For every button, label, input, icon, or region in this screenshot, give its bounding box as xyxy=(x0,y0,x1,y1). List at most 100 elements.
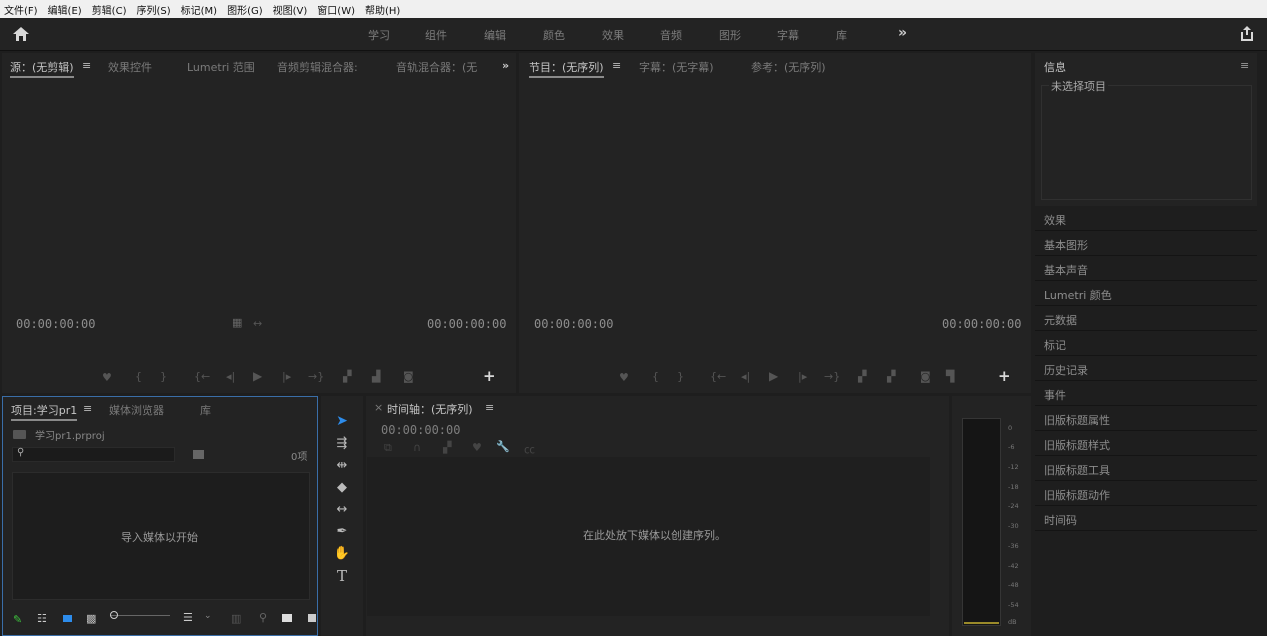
side-panel-item-7[interactable]: 事件 xyxy=(1035,382,1257,406)
side-panel-item-5[interactable]: 标记 xyxy=(1035,332,1257,356)
timeline-timecode[interactable]: 00:00:00:00 xyxy=(381,423,460,437)
track-select-tool-icon[interactable]: ⇶ xyxy=(333,436,351,454)
menu-item-8[interactable]: 帮助(H) xyxy=(365,2,400,17)
add-marker-icon[interactable]: ♥ xyxy=(472,441,482,454)
side-panel-item-6[interactable]: 历史记录 xyxy=(1035,357,1257,381)
lift-icon[interactable]: ▞ xyxy=(858,370,866,383)
nest-icon[interactable]: ⧉ xyxy=(384,441,392,455)
step-back-icon[interactable]: ◂| xyxy=(741,370,750,383)
menu-item-7[interactable]: 窗口(W) xyxy=(317,2,355,17)
new-bin-icon[interactable] xyxy=(282,614,292,622)
tab-lumetri-scopes[interactable]: Lumetri 范围 xyxy=(187,59,255,75)
menu-item-5[interactable]: 图形(G) xyxy=(227,2,263,17)
zoom-slider-handle[interactable] xyxy=(110,611,118,619)
tab-program[interactable]: 节目：(无序列) xyxy=(529,59,604,78)
captions-icon[interactable]: ㏄ xyxy=(524,441,535,457)
side-panel-item-4[interactable]: 元数据 xyxy=(1035,307,1257,331)
list-view-icon[interactable]: ☷ xyxy=(37,612,47,625)
write-protect-icon[interactable]: ✎ xyxy=(13,613,22,626)
icon-view-icon[interactable] xyxy=(63,615,72,622)
tab-audio-clip-mixer[interactable]: 音频剪辑混合器: xyxy=(277,59,358,75)
tab-captions[interactable]: 字幕：(无字幕) xyxy=(639,59,714,75)
go-to-in-icon[interactable]: {← xyxy=(194,370,210,383)
export-frame-icon[interactable]: ◙ xyxy=(920,370,931,383)
drag-video-icon[interactable]: ▦ xyxy=(232,316,242,329)
go-to-out-icon[interactable]: →} xyxy=(308,370,324,383)
add-button-icon[interactable]: + xyxy=(998,367,1011,385)
type-tool-icon[interactable]: T xyxy=(333,567,351,585)
wrench-icon[interactable]: 🔧 xyxy=(496,440,510,453)
search-input[interactable] xyxy=(12,447,175,462)
side-panel-item-2[interactable]: 基本声音 xyxy=(1035,257,1257,281)
insert-icon[interactable]: ▞ xyxy=(343,370,351,383)
automate-sequence-icon[interactable]: ▥ xyxy=(231,612,241,625)
menu-item-4[interactable]: 标记(M) xyxy=(181,2,217,17)
play-icon[interactable]: ▶ xyxy=(769,369,778,383)
tab-source[interactable]: 源：(无剪辑) xyxy=(10,59,74,78)
overwrite-icon[interactable]: ▟ xyxy=(372,370,380,383)
tab-program-menu[interactable]: ≡ xyxy=(612,59,621,72)
tab-audio-track-mixer[interactable]: 音轨混合器：(无 xyxy=(396,59,477,75)
side-panel-item-0[interactable]: 效果 xyxy=(1035,207,1257,231)
timeline-title[interactable]: 时间轴：(无序列) xyxy=(387,401,473,417)
menu-item-6[interactable]: 视图(V) xyxy=(273,2,308,17)
hand-tool-icon[interactable]: ✋ xyxy=(333,546,351,564)
side-panel-item-11[interactable]: 旧版标题动作 xyxy=(1035,482,1257,506)
slip-tool-icon[interactable]: ↔ xyxy=(333,502,351,520)
menu-item-0[interactable]: 文件(F) xyxy=(4,2,38,17)
program-timecode-left[interactable]: 00:00:00:00 xyxy=(534,317,613,331)
drag-audio-icon[interactable]: ↔ xyxy=(253,317,262,330)
tab-project[interactable]: 项目:学习pr1 xyxy=(11,402,78,421)
mark-out-icon[interactable]: } xyxy=(160,370,167,383)
tab-media-browser[interactable]: 媒体浏览器 xyxy=(109,402,164,418)
source-timecode-left[interactable]: 00:00:00:00 xyxy=(16,317,95,331)
snap-icon[interactable]: ∩ xyxy=(413,441,421,454)
timeline-menu-icon[interactable]: ≡ xyxy=(485,401,494,414)
go-to-out-icon[interactable]: →} xyxy=(824,370,840,383)
step-back-icon[interactable]: ◂| xyxy=(226,370,235,383)
menu-item-3[interactable]: 序列(S) xyxy=(136,2,170,17)
selection-tool-icon[interactable]: ➤ xyxy=(333,413,351,431)
step-forward-icon[interactable]: |▸ xyxy=(282,370,291,383)
tab-reference[interactable]: 参考：(无序列) xyxy=(751,59,826,75)
marker-icon[interactable]: ♥ xyxy=(102,371,112,384)
side-panel-item-12[interactable]: 时间码 xyxy=(1035,507,1257,531)
side-panel-item-9[interactable]: 旧版标题样式 xyxy=(1035,432,1257,456)
new-search-bin-icon[interactable] xyxy=(193,450,204,459)
new-item-icon[interactable] xyxy=(308,614,316,622)
home-icon[interactable] xyxy=(13,27,29,41)
mark-in-icon[interactable]: { xyxy=(652,370,659,383)
workspace-tab-0[interactable]: 学习 xyxy=(368,27,390,43)
tab-overflow-button[interactable]: » xyxy=(502,59,509,72)
menu-item-2[interactable]: 剪辑(C) xyxy=(92,2,127,17)
mark-in-icon[interactable]: { xyxy=(135,370,142,383)
workspace-tab-6[interactable]: 图形 xyxy=(719,27,741,43)
marker-icon[interactable]: ♥ xyxy=(619,371,629,384)
extract-icon[interactable]: ▞ xyxy=(887,370,895,383)
sort-icon[interactable]: ☰ xyxy=(183,611,193,624)
freeform-view-icon[interactable]: ▩ xyxy=(86,612,96,625)
workspace-tab-5[interactable]: 音频 xyxy=(660,27,682,43)
play-icon[interactable]: ▶ xyxy=(253,369,262,383)
workspace-tab-1[interactable]: 组件 xyxy=(425,27,447,43)
info-menu-icon[interactable]: ≡ xyxy=(1240,59,1249,72)
step-forward-icon[interactable]: |▸ xyxy=(798,370,807,383)
add-button-icon[interactable]: + xyxy=(483,367,496,385)
workspace-more-button[interactable]: » xyxy=(898,25,907,41)
ripple-edit-tool-icon[interactable]: ⇹ xyxy=(333,458,351,476)
workspace-tab-4[interactable]: 效果 xyxy=(602,27,624,43)
export-frame-icon[interactable]: ◙ xyxy=(403,370,414,383)
side-panel-item-1[interactable]: 基本图形 xyxy=(1035,232,1257,256)
workspace-tab-7[interactable]: 字幕 xyxy=(777,27,799,43)
side-panel-item-8[interactable]: 旧版标题属性 xyxy=(1035,407,1257,431)
side-panel-item-10[interactable]: 旧版标题工具 xyxy=(1035,457,1257,481)
timeline-close-icon[interactable]: × xyxy=(374,401,383,414)
share-icon[interactable] xyxy=(1240,26,1254,41)
tab-source-menu[interactable]: ≡ xyxy=(82,59,91,72)
side-panel-item-3[interactable]: Lumetri 颜色 xyxy=(1035,282,1257,306)
workspace-tab-8[interactable]: 库 xyxy=(836,27,847,43)
tab-project-menu[interactable]: ≡ xyxy=(83,402,92,415)
comparison-view-icon[interactable]: ▜ xyxy=(946,370,954,383)
tab-effect-controls[interactable]: 效果控件 xyxy=(108,59,152,75)
info-title[interactable]: 信息 xyxy=(1044,59,1066,75)
